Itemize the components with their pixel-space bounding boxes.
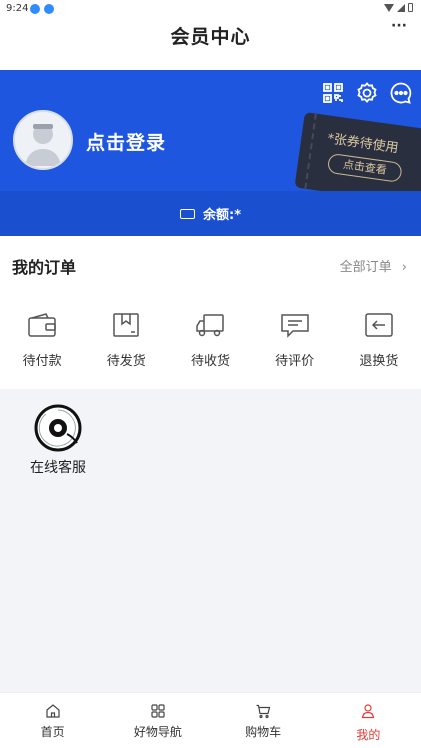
order-status-pending-receipt[interactable]: 待收货 [168,312,252,369]
profile-banner: 点击登录 *张券待使用 点击查看 余额:* [0,70,421,236]
order-status-label: 待收货 [190,354,230,369]
wifi-icon [384,3,394,12]
chevron-right-icon: › [401,260,407,275]
wallet-icon [28,313,56,337]
order-status-label: 待评价 [275,354,315,369]
order-status-pending-review[interactable]: 待评价 [253,312,337,369]
avatar[interactable] [13,110,73,170]
qr-code-icon[interactable] [321,81,345,105]
package-icon [113,313,140,337]
notification-icon [30,4,40,14]
order-status-label: 待发货 [106,354,146,369]
order-status-label: 待付款 [22,354,62,369]
status-time: 9:24 [6,3,29,14]
notification-icon [44,4,54,14]
tab-cart[interactable]: 购物车 [211,693,316,748]
balance-bar[interactable]: 余额:* [0,191,421,236]
orders-title: 我的订单 [12,258,77,277]
app-header: 会员中心 ··· [0,18,421,70]
comment-icon [280,314,309,338]
wallet-icon [180,208,195,219]
balance-label: 余额:* [203,208,241,223]
signal-icon [397,3,405,12]
page-title: 会员中心 [170,26,251,48]
user-icon [362,704,375,719]
all-orders-link[interactable]: 全部订单 › [340,256,407,275]
order-status-pending-shipment[interactable]: 待发货 [84,312,168,369]
coupon-count-text: *张券待使用 [326,131,400,157]
view-coupons-button[interactable]: 点击查看 [326,152,403,183]
all-orders-label: 全部订单 [339,260,392,275]
bottom-tab-bar: 首页 好物导航 购物车 我的 [0,692,421,748]
battery-icon [408,3,413,12]
grid-icon [151,704,165,718]
online-service-label: 在线客服 [30,460,86,476]
login-link[interactable]: 点击登录 [86,128,166,155]
customer-service-icon [34,404,82,452]
order-status-pending-payment[interactable]: 待付款 [0,312,84,369]
return-icon [365,313,393,337]
orders-section: 我的订单 全部订单 › 待付款 待发货 待收货 待评价 退换货 [0,236,421,389]
status-bar: 9:24 [0,0,421,18]
message-icon[interactable] [389,81,413,105]
tab-label: 我的 [356,728,381,742]
system-icons [384,3,413,12]
home-icon [46,704,60,718]
tab-label: 首页 [40,725,65,739]
coupon-perforation [304,113,317,189]
truck-icon [196,314,225,337]
tab-label: 好物导航 [133,725,182,739]
order-status-label: 退换货 [359,354,399,369]
cart-icon [256,704,271,719]
more-menu-button[interactable]: ··· [391,18,407,34]
gear-icon[interactable] [355,81,379,105]
online-service-button[interactable]: 在线客服 [22,404,94,477]
tab-navigation[interactable]: 好物导航 [105,693,210,748]
order-status-returns[interactable]: 退换货 [337,312,421,369]
tab-mine[interactable]: 我的 [316,693,421,748]
tab-label: 购物车 [245,725,282,739]
tab-home[interactable]: 首页 [0,693,105,748]
